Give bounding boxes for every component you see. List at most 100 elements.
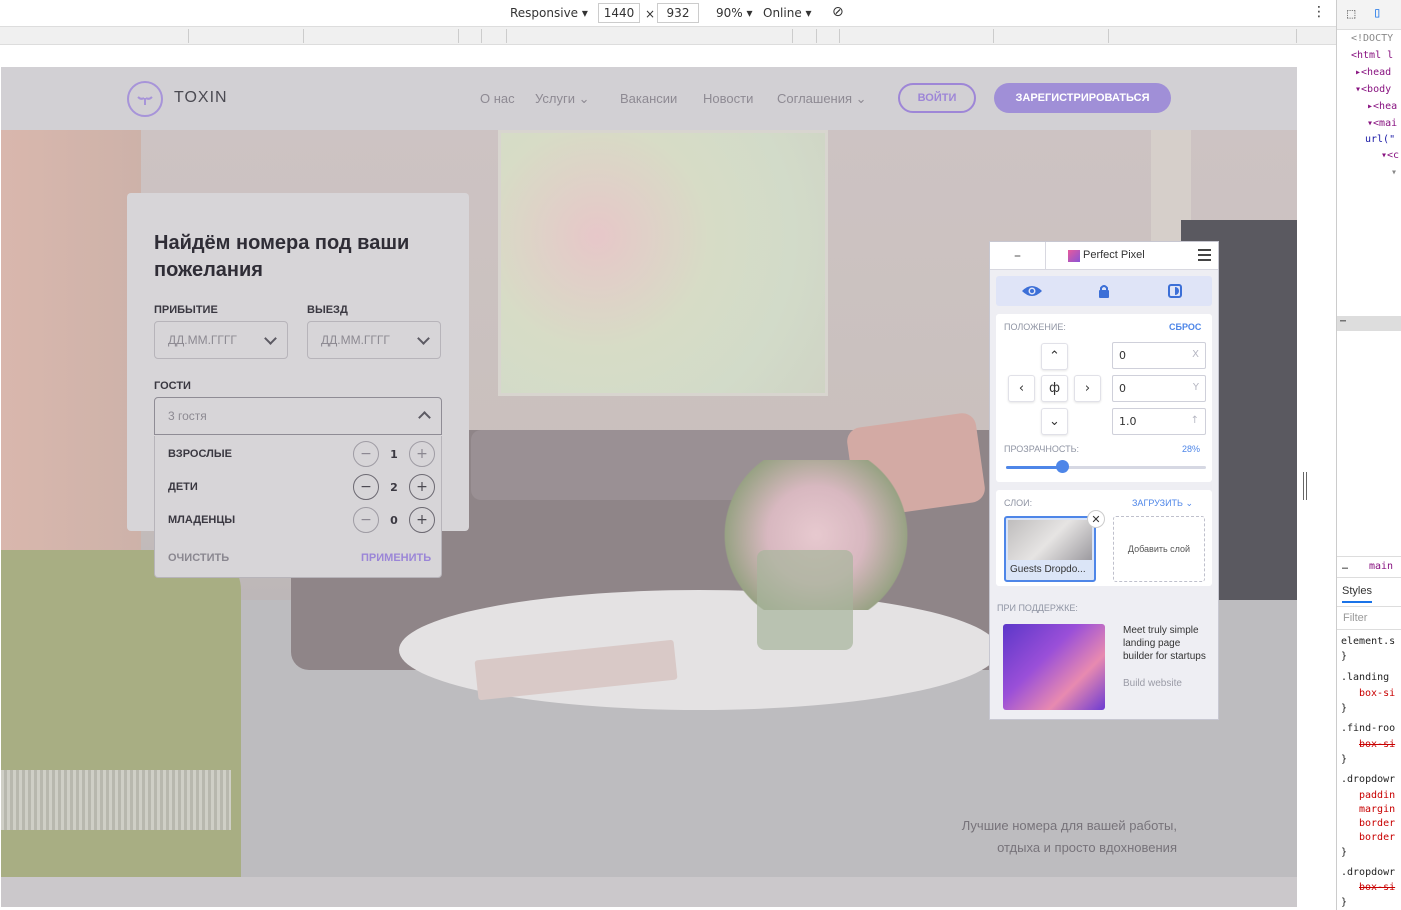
apply-button[interactable]: ПРИМЕНИТЬ <box>361 552 431 564</box>
y-offset-value: 0 <box>1119 382 1126 395</box>
media-query-bar[interactable] <box>0 27 1336 45</box>
style-rule[interactable]: .find-roo <box>1341 723 1395 734</box>
style-rule[interactable]: box-si <box>1359 882 1395 893</box>
code-line[interactable]: ▾<c <box>1381 150 1399 161</box>
styles-filter-input[interactable]: Filter <box>1337 606 1401 630</box>
y-offset-input[interactable]: 0 Y <box>1112 375 1206 402</box>
hamburger-menu-icon[interactable] <box>1198 249 1211 262</box>
style-rule[interactable]: element.s <box>1341 636 1395 647</box>
reset-link[interactable]: СБРОС <box>1169 322 1201 332</box>
zoom-dropdown[interactable]: 90% ▾ <box>716 6 753 20</box>
register-button[interactable]: ЗАРЕГИСТРИРОВАТЬСЯ <box>994 83 1171 113</box>
breadcrumb: … main <box>1337 556 1401 578</box>
ad-text[interactable]: Meet truly simple landing page builder f… <box>1123 624 1213 663</box>
center-button[interactable]: ф <box>1041 375 1068 402</box>
code-line[interactable]: url(" <box>1365 134 1395 145</box>
chevron-down-icon: ⌄ <box>855 91 867 106</box>
guests-dropdown[interactable]: 3 гостя <box>154 397 442 435</box>
nav-news[interactable]: Новости <box>703 91 753 106</box>
chevron-up-icon <box>418 411 431 424</box>
position-section: ПОЛОЖЕНИЕ: СБРОС ⌃ ‹ ф › ⌄ 0 X 0 Y 1.0 ↑… <box>996 314 1212 482</box>
perfect-pixel-logo-icon <box>1068 250 1080 262</box>
ruler-tick <box>458 29 459 43</box>
style-rule[interactable]: border <box>1359 818 1395 829</box>
arrow-left-button[interactable]: ‹ <box>1008 375 1035 402</box>
guests-label: ГОСТИ <box>154 380 191 392</box>
adults-increment-button[interactable]: + <box>409 441 435 467</box>
arrival-date-field[interactable]: ДД.ММ.ГГГГ <box>154 321 288 359</box>
code-line[interactable]: ▾<mai <box>1367 118 1397 129</box>
x-offset-value: 0 <box>1119 349 1126 362</box>
width-input[interactable]: 1440 <box>598 3 640 23</box>
supported-by-label: ПРИ ПОДДЕРЖКЕ: <box>997 603 1078 613</box>
inspect-icon[interactable]: ⬚ <box>1347 6 1355 22</box>
nav-vacancies[interactable]: Вакансии <box>620 91 677 106</box>
code-line[interactable]: <!DOCTY <box>1351 33 1393 44</box>
nav-services[interactable]: Услуги ⌄ <box>535 91 590 107</box>
adults-decrement-button[interactable]: − <box>353 441 379 467</box>
style-rule[interactable]: .dropdowr <box>1341 867 1395 878</box>
style-rule[interactable]: paddin <box>1359 790 1395 801</box>
arrow-up-button[interactable]: ⌃ <box>1041 343 1068 370</box>
code-line[interactable]: ▾<body <box>1355 84 1391 95</box>
opacity-slider-handle[interactable] <box>1056 460 1069 473</box>
arrow-down-button[interactable]: ⌄ <box>1041 408 1068 435</box>
ruler-tick <box>481 29 482 43</box>
scale-input[interactable]: 1.0 ↑ <box>1112 408 1206 435</box>
device-toggle-icon[interactable]: ▯ <box>1373 5 1381 21</box>
code-line[interactable]: ▾ <box>1391 167 1397 178</box>
code-line[interactable]: <html l <box>1351 50 1393 61</box>
filter-placeholder: Filter <box>1343 612 1368 624</box>
children-decrement-button[interactable]: − <box>353 474 379 500</box>
x-offset-input[interactable]: 0 X <box>1112 342 1206 369</box>
invert-icon[interactable] <box>1164 280 1186 302</box>
style-rule[interactable]: .landing <box>1341 672 1389 683</box>
chevron-down-icon <box>417 332 430 345</box>
layer-item[interactable]: Guests Dropdo... <box>1004 516 1096 582</box>
logo-icon[interactable] <box>127 81 163 117</box>
logo-text[interactable]: TOXIN <box>174 89 228 107</box>
clear-button[interactable]: ОЧИСТИТЬ <box>168 552 229 564</box>
style-rule[interactable]: .dropdowr <box>1341 774 1395 785</box>
more-options-icon[interactable]: ⋮ <box>1312 4 1326 20</box>
lock-icon[interactable] <box>1093 280 1115 302</box>
breadcrumb-more[interactable]: … <box>1342 561 1348 572</box>
ad-link[interactable]: Build website <box>1123 678 1182 689</box>
login-button[interactable]: ВОЙТИ <box>898 83 976 113</box>
style-rule[interactable]: border <box>1359 832 1395 843</box>
departure-date-field[interactable]: ДД.ММ.ГГГГ <box>307 321 441 359</box>
style-rule[interactable]: box-si <box>1359 739 1395 750</box>
eye-icon[interactable] <box>1021 280 1043 302</box>
rotate-icon[interactable]: ⊘ <box>832 4 844 20</box>
breadcrumb-main[interactable]: main <box>1369 561 1393 572</box>
ruler-tick <box>1108 29 1109 43</box>
code-line[interactable]: ▸<head <box>1355 67 1391 78</box>
layers-section: СЛОИ: ЗАГРУЗИТЬ ⌄ Guests Dropdo... ✕ Доб… <box>996 490 1212 586</box>
opacity-label: ПРОЗРАЧНОСТЬ: <box>1004 444 1080 454</box>
device-mode-dropdown[interactable]: Responsive ▾ <box>510 6 588 20</box>
arrow-right-button[interactable]: › <box>1074 375 1101 402</box>
tab-styles[interactable]: Styles <box>1342 585 1372 603</box>
infants-decrement-button[interactable]: − <box>353 507 379 533</box>
chevron-right-icon: › <box>1084 381 1091 396</box>
selected-node-row[interactable]: ⋯ <box>1337 316 1401 331</box>
code-line-text: <mai <box>1373 118 1398 129</box>
ad-illustration[interactable] <box>1003 624 1105 710</box>
network-dropdown[interactable]: Online ▾ <box>763 6 812 20</box>
children-increment-button[interactable]: + <box>409 474 435 500</box>
height-input[interactable]: 932 <box>657 3 699 23</box>
devtools-tabbar: ⬚ ▯ <box>1337 0 1401 30</box>
nav-agreements[interactable]: Соглашения ⌄ <box>777 91 867 107</box>
chevron-left-icon: ‹ <box>1018 381 1025 396</box>
chevron-up-icon: ⌃ <box>1049 349 1060 364</box>
style-rule[interactable]: margin <box>1359 804 1395 815</box>
upload-button[interactable]: ЗАГРУЗИТЬ ⌄ <box>1132 498 1193 509</box>
close-icon[interactable]: ✕ <box>1087 510 1105 528</box>
nav-about[interactable]: О нас <box>480 91 515 106</box>
style-rule[interactable]: box-si <box>1359 688 1395 699</box>
minimize-button[interactable]: – <box>990 242 1046 270</box>
viewport-resize-handle[interactable] <box>1303 472 1307 500</box>
code-line[interactable]: ▸<hea <box>1367 101 1397 112</box>
infants-increment-button[interactable]: + <box>409 507 435 533</box>
add-layer-button[interactable]: Добавить слой <box>1113 516 1205 582</box>
